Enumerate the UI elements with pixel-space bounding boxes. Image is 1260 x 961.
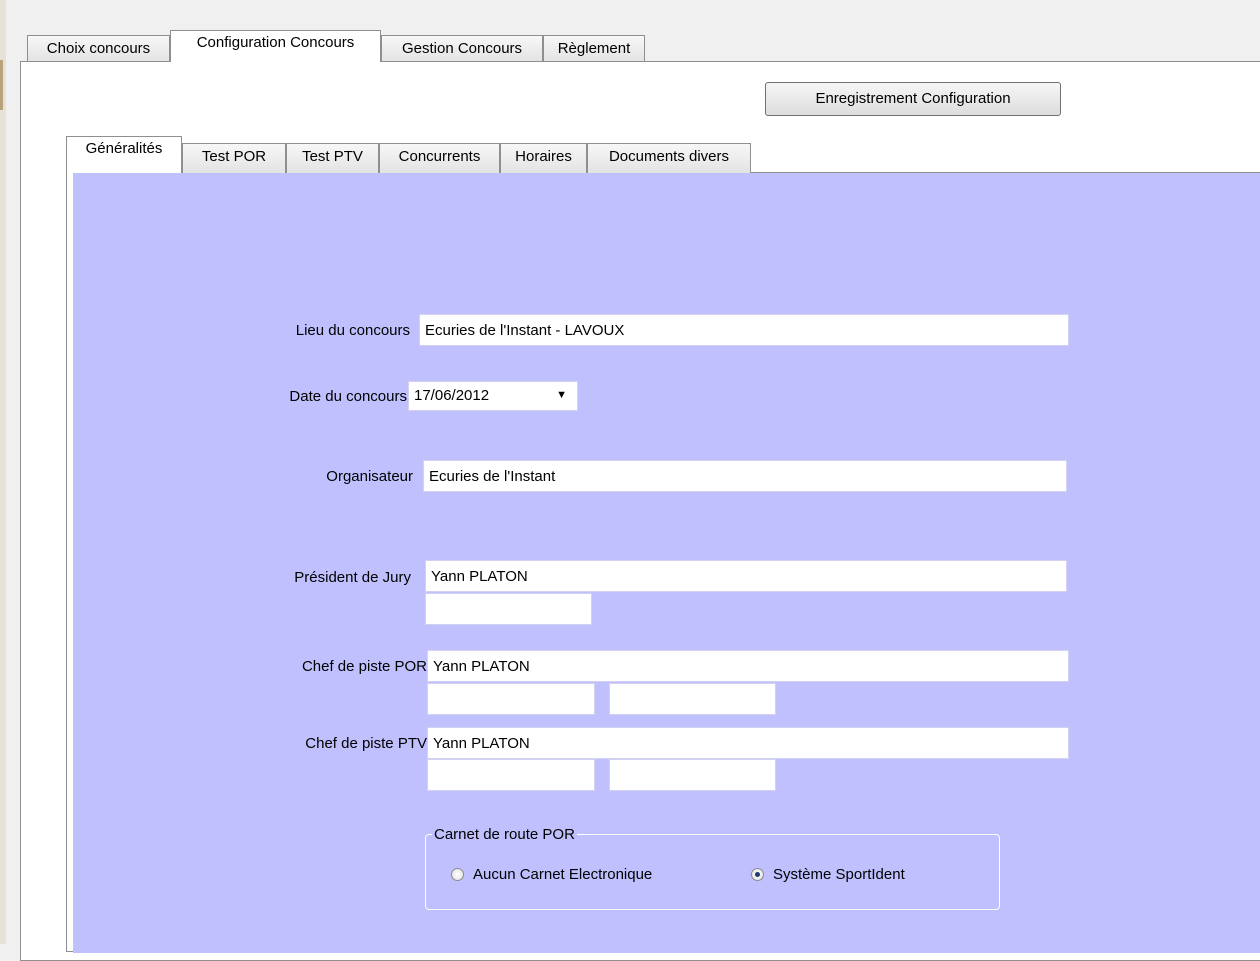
tab-gestion-concours[interactable]: Gestion Concours <box>381 35 543 62</box>
chef-ptv-input[interactable] <box>427 727 1069 759</box>
edge-mark <box>0 60 3 110</box>
president-label: Président de Jury <box>294 569 411 586</box>
organisateur-input[interactable] <box>423 460 1067 492</box>
tab-test-ptv[interactable]: Test PTV <box>286 143 379 173</box>
chef-ptv-extra-input-2[interactable] <box>609 759 776 791</box>
chevron-down-icon[interactable]: ▼ <box>556 389 567 401</box>
tab-concurrents[interactable]: Concurrents <box>379 143 500 173</box>
carnet-legend: Carnet de route POR <box>434 826 575 843</box>
radio-unchecked-icon[interactable] <box>451 867 464 881</box>
chef-ptv-extra-input-1[interactable] <box>427 759 595 791</box>
tab-test-por[interactable]: Test POR <box>182 143 286 173</box>
lieu-label: Lieu du concours <box>295 322 410 339</box>
radio-sportident-label: Système SportIdent <box>773 865 905 883</box>
tab-choix-concours[interactable]: Choix concours <box>27 35 170 62</box>
tab-generalites[interactable]: Généralités <box>66 136 182 173</box>
save-configuration-button[interactable]: Enregistrement Configuration <box>765 82 1061 116</box>
radio-sportident[interactable]: Système SportIdent <box>751 864 905 884</box>
chef-ptv-label: Chef de piste PTV <box>305 735 427 752</box>
chef-por-extra-input-1[interactable] <box>427 683 595 715</box>
lieu-input[interactable] <box>419 314 1069 346</box>
date-picker[interactable]: 17/06/2012 ▼ <box>408 381 578 411</box>
president-input[interactable] <box>425 560 1067 592</box>
tab-documents-divers[interactable]: Documents divers <box>587 143 751 173</box>
tab-horaires[interactable]: Horaires <box>500 143 587 173</box>
radio-checked-icon[interactable] <box>751 867 764 881</box>
chef-por-input[interactable] <box>427 650 1069 682</box>
president-extra-input[interactable] <box>425 593 592 625</box>
radio-aucun-carnet[interactable]: Aucun Carnet Electronique <box>451 864 652 884</box>
date-value: 17/06/2012 <box>414 387 490 404</box>
tab-reglement[interactable]: Règlement <box>543 35 645 62</box>
tab-configuration-concours[interactable]: Configuration Concours <box>170 30 381 62</box>
chef-por-label: Chef de piste POR <box>301 658 427 675</box>
date-label: Date du concours <box>289 388 407 405</box>
radio-aucun-carnet-label: Aucun Carnet Electronique <box>473 865 653 883</box>
window-left-edge <box>0 0 6 944</box>
organisateur-label: Organisateur <box>326 468 413 485</box>
chef-por-extra-input-2[interactable] <box>609 683 776 715</box>
